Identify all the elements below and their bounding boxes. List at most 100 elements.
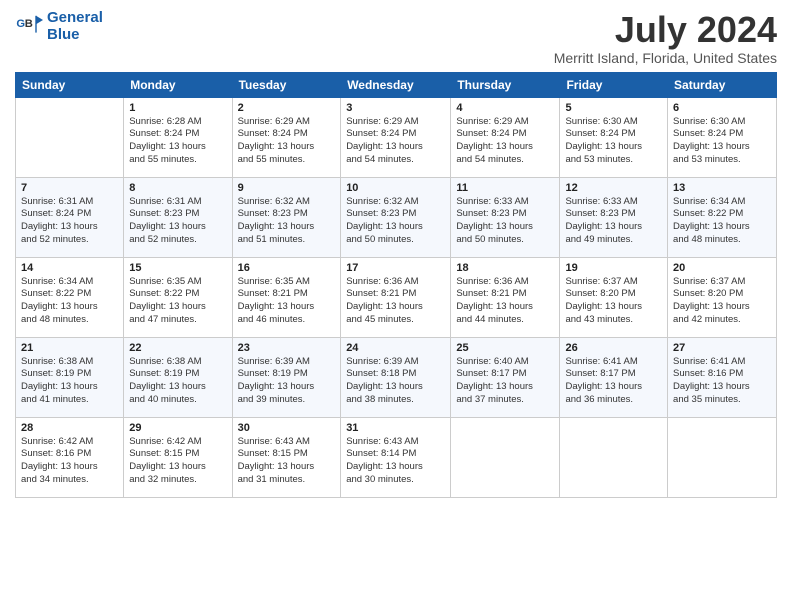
day-number: 10: [346, 182, 445, 194]
calendar-cell: 30Sunrise: 6:43 AM Sunset: 8:15 PM Dayli…: [232, 417, 341, 497]
calendar-week-row: 21 Sunrise: 6:38 AM Sunset: 8:19 PM Dayli…: [16, 337, 777, 417]
day-number: 2: [238, 102, 336, 114]
day-number: 20: [673, 262, 771, 274]
svg-text:B: B: [25, 18, 33, 30]
day-number: 4: [456, 102, 554, 114]
calendar-cell: 9 Sunrise: 6:32 AM Sunset: 8:23 PM Daylig…: [232, 177, 341, 257]
day-info: Sunrise: 6:39 AM Sunset: 8:18 PM Dayligh…: [346, 356, 445, 407]
calendar-cell: 13 Sunrise: 6:34 AM Sunset: 8:22 PM Dayli…: [668, 177, 777, 257]
day-number: 28: [21, 422, 118, 434]
calendar-header-thursday: Thursday: [451, 72, 560, 97]
calendar-cell: 8 Sunrise: 6:31 AM Sunset: 8:23 PM Daylig…: [124, 177, 232, 257]
day-info: Sunrise: 6:29 AM Sunset: 8:24 PM Dayligh…: [346, 116, 445, 167]
day-number: 18: [456, 262, 554, 274]
day-info: Sunrise: 6:40 AM Sunset: 8:17 PM Dayligh…: [456, 356, 554, 407]
calendar-header-wednesday: Wednesday: [341, 72, 451, 97]
calendar-week-row: 7 Sunrise: 6:31 AM Sunset: 8:24 PM Daylig…: [16, 177, 777, 257]
day-number: 31: [346, 422, 445, 434]
calendar-cell: 24 Sunrise: 6:39 AM Sunset: 8:18 PM Dayli…: [341, 337, 451, 417]
day-number: 13: [673, 182, 771, 194]
day-info: Sunrise: 6:32 AM Sunset: 8:23 PM Dayligh…: [346, 196, 445, 247]
calendar-week-row: 1Sunrise: 6:28 AM Sunset: 8:24 PM Daylig…: [16, 97, 777, 177]
calendar-cell: 14 Sunrise: 6:34 AM Sunset: 8:22 PM Dayli…: [16, 257, 124, 337]
calendar-cell: 22 Sunrise: 6:38 AM Sunset: 8:19 PM Dayli…: [124, 337, 232, 417]
day-info: Sunrise: 6:31 AM Sunset: 8:23 PM Dayligh…: [129, 196, 226, 247]
main-title: July 2024: [554, 10, 777, 50]
calendar-cell: 7 Sunrise: 6:31 AM Sunset: 8:24 PM Daylig…: [16, 177, 124, 257]
day-number: 15: [129, 262, 226, 274]
day-info: Sunrise: 6:34 AM Sunset: 8:22 PM Dayligh…: [21, 276, 118, 327]
calendar-cell: 20Sunrise: 6:37 AM Sunset: 8:20 PM Dayli…: [668, 257, 777, 337]
calendar-cell: 29 Sunrise: 6:42 AM Sunset: 8:15 PM Dayli…: [124, 417, 232, 497]
day-info: Sunrise: 6:41 AM Sunset: 8:17 PM Dayligh…: [565, 356, 662, 407]
day-info: Sunrise: 6:31 AM Sunset: 8:24 PM Dayligh…: [21, 196, 118, 247]
day-number: 14: [21, 262, 118, 274]
calendar-cell: 25 Sunrise: 6:40 AM Sunset: 8:17 PM Dayli…: [451, 337, 560, 417]
calendar-cell: 27Sunrise: 6:41 AM Sunset: 8:16 PM Dayli…: [668, 337, 777, 417]
logo: G B General Blue: [15, 10, 103, 43]
calendar-cell: [560, 417, 668, 497]
calendar-cell: 19Sunrise: 6:37 AM Sunset: 8:20 PM Dayli…: [560, 257, 668, 337]
calendar-week-row: 14 Sunrise: 6:34 AM Sunset: 8:22 PM Dayli…: [16, 257, 777, 337]
day-info: Sunrise: 6:35 AM Sunset: 8:22 PM Dayligh…: [129, 276, 226, 327]
day-number: 12: [565, 182, 662, 194]
calendar-header-tuesday: Tuesday: [232, 72, 341, 97]
calendar-cell: [16, 97, 124, 177]
day-info: Sunrise: 6:41 AM Sunset: 8:16 PM Dayligh…: [673, 356, 771, 407]
day-number: 21: [21, 342, 118, 354]
day-number: 30: [238, 422, 336, 434]
calendar-cell: 17Sunrise: 6:36 AM Sunset: 8:21 PM Dayli…: [341, 257, 451, 337]
logo-line1: General: [47, 10, 103, 27]
calendar-cell: 1Sunrise: 6:28 AM Sunset: 8:24 PM Daylig…: [124, 97, 232, 177]
calendar-header-monday: Monday: [124, 72, 232, 97]
calendar-cell: 23 Sunrise: 6:39 AM Sunset: 8:19 PM Dayli…: [232, 337, 341, 417]
logo-icon: G B: [15, 13, 43, 41]
calendar-cell: 31Sunrise: 6:43 AM Sunset: 8:14 PM Dayli…: [341, 417, 451, 497]
day-info: Sunrise: 6:38 AM Sunset: 8:19 PM Dayligh…: [129, 356, 226, 407]
calendar-header-row: SundayMondayTuesdayWednesdayThursdayFrid…: [16, 72, 777, 97]
calendar-header-saturday: Saturday: [668, 72, 777, 97]
calendar-cell: 4Sunrise: 6:29 AM Sunset: 8:24 PM Daylig…: [451, 97, 560, 177]
day-number: 9: [238, 182, 336, 194]
title-block: July 2024 Merritt Island, Florida, Unite…: [554, 10, 777, 66]
day-number: 3: [346, 102, 445, 114]
day-number: 8: [129, 182, 226, 194]
subtitle: Merritt Island, Florida, United States: [554, 50, 777, 66]
day-number: 22: [129, 342, 226, 354]
day-info: Sunrise: 6:42 AM Sunset: 8:16 PM Dayligh…: [21, 436, 118, 487]
calendar-cell: 26Sunrise: 6:41 AM Sunset: 8:17 PM Dayli…: [560, 337, 668, 417]
day-info: Sunrise: 6:38 AM Sunset: 8:19 PM Dayligh…: [21, 356, 118, 407]
day-number: 17: [346, 262, 445, 274]
calendar-cell: 10 Sunrise: 6:32 AM Sunset: 8:23 PM Dayli…: [341, 177, 451, 257]
calendar-header-friday: Friday: [560, 72, 668, 97]
day-number: 7: [21, 182, 118, 194]
day-info: Sunrise: 6:34 AM Sunset: 8:22 PM Dayligh…: [673, 196, 771, 247]
day-number: 6: [673, 102, 771, 114]
logo-line2: Blue: [47, 27, 103, 44]
calendar-cell: [451, 417, 560, 497]
day-info: Sunrise: 6:30 AM Sunset: 8:24 PM Dayligh…: [673, 116, 771, 167]
svg-text:G: G: [16, 18, 25, 30]
day-number: 25: [456, 342, 554, 354]
day-number: 29: [129, 422, 226, 434]
calendar-week-row: 28 Sunrise: 6:42 AM Sunset: 8:16 PM Dayli…: [16, 417, 777, 497]
day-info: Sunrise: 6:33 AM Sunset: 8:23 PM Dayligh…: [565, 196, 662, 247]
calendar-cell: 16Sunrise: 6:35 AM Sunset: 8:21 PM Dayli…: [232, 257, 341, 337]
day-info: Sunrise: 6:32 AM Sunset: 8:23 PM Dayligh…: [238, 196, 336, 247]
calendar-cell: 12 Sunrise: 6:33 AM Sunset: 8:23 PM Dayli…: [560, 177, 668, 257]
day-info: Sunrise: 6:29 AM Sunset: 8:24 PM Dayligh…: [238, 116, 336, 167]
day-info: Sunrise: 6:30 AM Sunset: 8:24 PM Dayligh…: [565, 116, 662, 167]
calendar-cell: [668, 417, 777, 497]
header: G B General Blue July 2024 Merritt Islan…: [15, 10, 777, 66]
day-info: Sunrise: 6:33 AM Sunset: 8:23 PM Dayligh…: [456, 196, 554, 247]
day-info: Sunrise: 6:42 AM Sunset: 8:15 PM Dayligh…: [129, 436, 226, 487]
day-info: Sunrise: 6:36 AM Sunset: 8:21 PM Dayligh…: [456, 276, 554, 327]
calendar-table: SundayMondayTuesdayWednesdayThursdayFrid…: [15, 72, 777, 498]
calendar-cell: 21 Sunrise: 6:38 AM Sunset: 8:19 PM Dayli…: [16, 337, 124, 417]
calendar-cell: 2 Sunrise: 6:29 AM Sunset: 8:24 PM Daylig…: [232, 97, 341, 177]
day-number: 24: [346, 342, 445, 354]
day-info: Sunrise: 6:39 AM Sunset: 8:19 PM Dayligh…: [238, 356, 336, 407]
day-info: Sunrise: 6:37 AM Sunset: 8:20 PM Dayligh…: [565, 276, 662, 327]
day-number: 23: [238, 342, 336, 354]
calendar-cell: 11Sunrise: 6:33 AM Sunset: 8:23 PM Dayli…: [451, 177, 560, 257]
